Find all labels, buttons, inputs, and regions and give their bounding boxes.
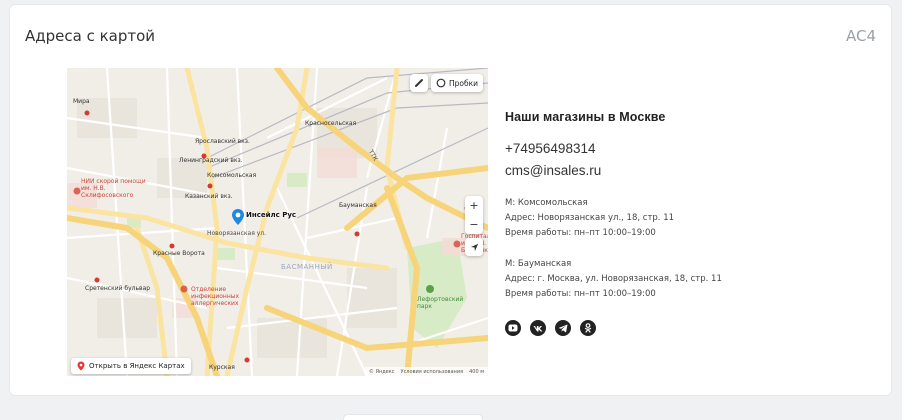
card-title: Адреса с картой <box>25 27 156 45</box>
vk-icon[interactable] <box>530 320 546 336</box>
map-label-kazansky: Казанский вкз. <box>185 193 233 200</box>
map-label-baumanskaya: Бауманская <box>339 202 377 209</box>
map-label-mira: Мира <box>73 98 90 105</box>
open-in-yandex-maps-button[interactable]: Открыть в Яндекс Картах <box>71 358 191 374</box>
odnoklassniki-icon[interactable] <box>580 320 596 336</box>
copyright-text: © Яндекс <box>368 368 395 375</box>
map-copyright: © Яндекс Условия использования 400 м <box>364 367 488 376</box>
store-metro: М: Комсомольская <box>505 198 588 208</box>
map-label-nii: НИИ скорой помощи им. Н.В. Склифосовског… <box>81 178 146 199</box>
map-label-hospital-infect: Отделение инфекционных аллергических <box>191 286 240 307</box>
map-label-krasnoselskaya: Красносельская <box>305 120 357 127</box>
traffic-icon <box>436 78 446 88</box>
ruler-icon <box>415 79 423 87</box>
scale-label: 400 м <box>469 368 484 375</box>
map-tiles <box>67 68 488 376</box>
map-label-basmanny: БАСМАННЫЙ <box>281 263 333 271</box>
yandex-maps-pin-icon <box>77 361 85 371</box>
traffic-label: Пробки <box>448 78 479 88</box>
zoom-in-button[interactable]: + <box>465 196 483 215</box>
stores-heading: Наши магазины в Москве <box>505 110 666 124</box>
store-block: М: Бауманская Адрес: г. Москва, ул. Ново… <box>505 257 885 302</box>
store-info: Наши магазины в Москве +74956498314 cms@… <box>505 110 885 336</box>
store-block: М: Комсомольская Адрес: Новорязанская ул… <box>505 196 885 241</box>
card-code: AC4 <box>845 27 876 45</box>
telegram-icon[interactable] <box>555 320 571 336</box>
store-hours: Время работы: пн–пт 10:00–19:00 <box>505 228 656 238</box>
youtube-icon[interactable] <box>505 320 521 336</box>
bottom-tab <box>343 414 483 420</box>
map-label-leningradsky: Ленинградский вкз. <box>179 157 243 164</box>
addresses-card: Адреса с картой AC4 Мира Красносельская … <box>9 4 892 396</box>
store-metro: М: Бауманская <box>505 259 572 269</box>
open-in-yandex-maps-label: Открыть в Яндекс Картах <box>89 362 185 370</box>
email-link[interactable]: cms@insales.ru <box>505 160 885 182</box>
geolocation-button[interactable] <box>465 238 483 256</box>
map[interactable]: Мира Красносельская Ярославский вкз. Лен… <box>67 68 488 376</box>
phone-link[interactable]: +74956498314 <box>505 138 885 160</box>
map-label-yaroslavsky: Ярославский вкз. <box>195 138 250 145</box>
store-address: Адрес: г. Москва, ул. Новорязанская, 18,… <box>505 274 722 284</box>
pin-label: Инсейлс Рус <box>246 211 297 219</box>
map-label-street: Новорязанская ул. <box>207 230 267 237</box>
store-hours: Время работы: пн–пт 10:00–19:00 <box>505 289 656 299</box>
map-label-sretensky: Сретенский бульвар <box>85 285 151 292</box>
social-links <box>505 320 885 336</box>
traffic-button[interactable]: Пробки <box>431 74 483 92</box>
store-address: Адрес: Новорязанская ул., 18, стр. 11 <box>505 213 675 223</box>
zoom-out-button[interactable]: − <box>465 215 483 234</box>
terms-link[interactable]: Условия использования <box>401 369 464 375</box>
map-label-komsomolskaya: Комсомольская <box>207 172 257 179</box>
geolocation-arrow-icon <box>470 243 478 251</box>
map-label-kurskaya: Курская <box>209 364 235 371</box>
ruler-button[interactable] <box>410 74 428 92</box>
location-pin-icon[interactable] <box>231 208 245 226</box>
map-label-lefortovo-park: Лефортовский парк <box>417 296 464 310</box>
zoom-control: + − <box>465 196 483 234</box>
map-label-krasnye-vorota: Красные Ворота <box>153 250 205 257</box>
